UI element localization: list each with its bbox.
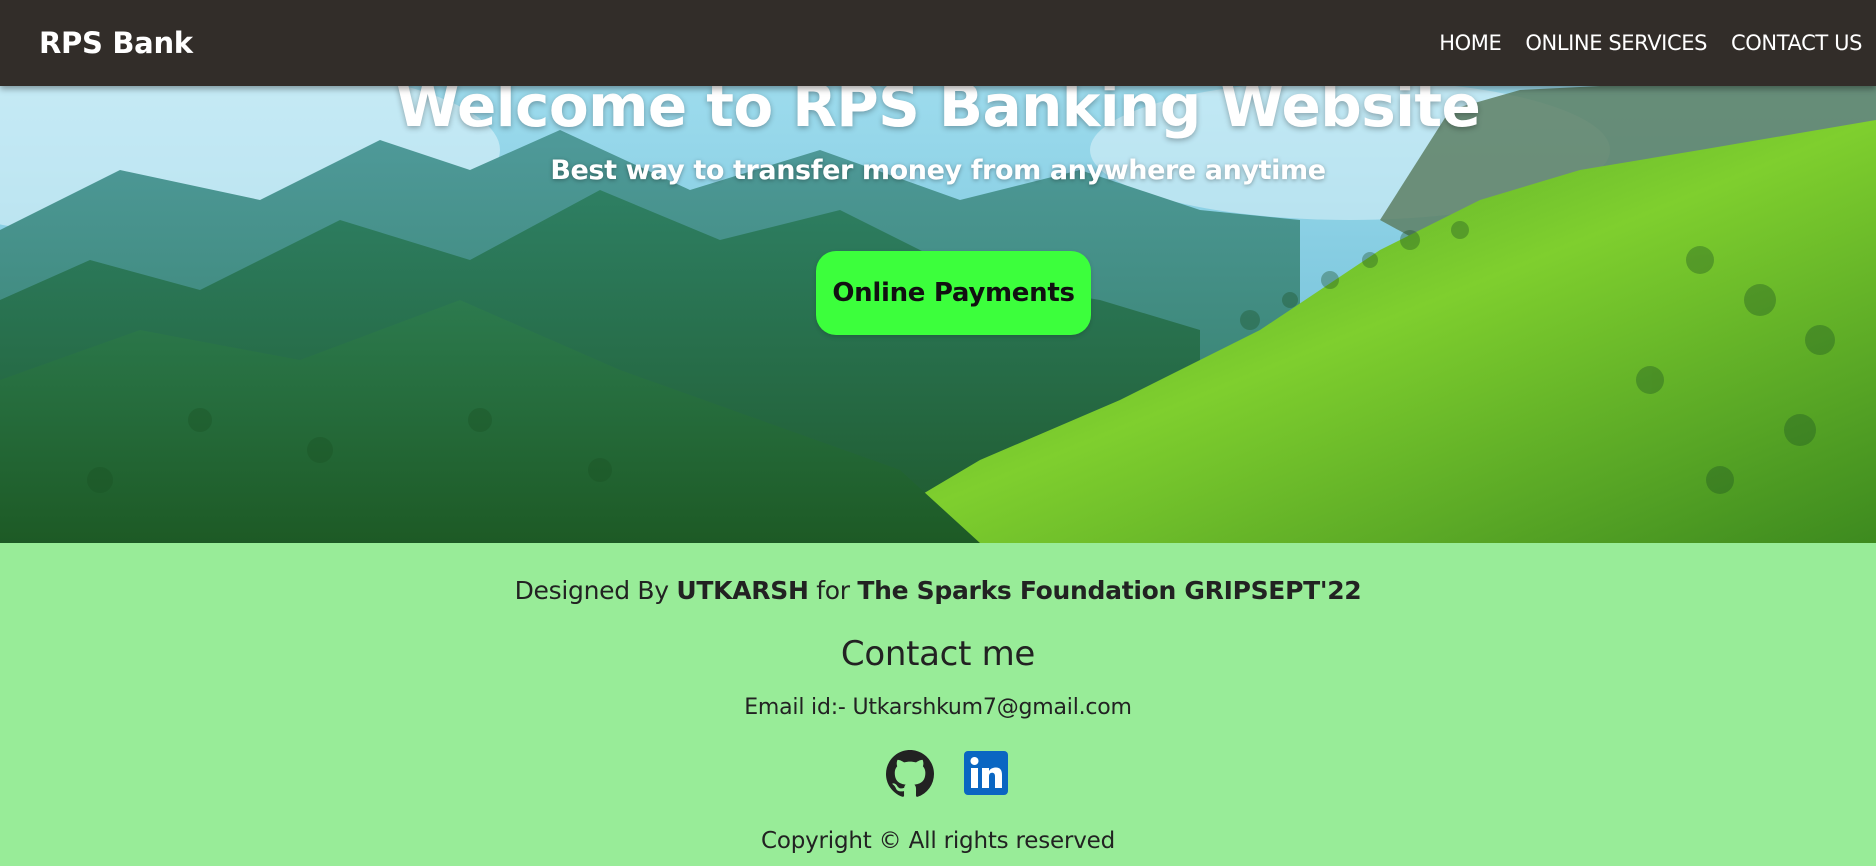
copyright-text: Copyright © All rights reserved: [760, 828, 1116, 854]
github-icon[interactable]: [886, 750, 934, 798]
designer-name: UTKARSH: [676, 576, 809, 605]
contact-heading: Contact me: [840, 634, 1036, 674]
credit-for: for: [816, 576, 850, 605]
brand-logo-text[interactable]: RPS Bank: [39, 26, 193, 60]
nav-links: HOME ONLINE SERVICES CONTACT US: [1439, 31, 1862, 55]
nav-link-contact-us[interactable]: CONTACT US: [1731, 31, 1862, 55]
credit-prefix: Designed By: [514, 576, 669, 605]
hero-subtitle: Best way to transfer money from anywhere…: [550, 155, 1326, 186]
organization-name: The Sparks Foundation GRIPSEPT'22: [857, 576, 1362, 605]
email-text: Email id:- Utkarshkum7@gmail.com: [744, 695, 1132, 720]
nav-link-home[interactable]: HOME: [1439, 31, 1502, 55]
top-navbar: RPS Bank HOME ONLINE SERVICES CONTACT US: [0, 0, 1876, 86]
linkedin-icon[interactable]: [962, 750, 1010, 798]
social-links: [886, 750, 1010, 798]
footer: Designed By UTKARSH for The Sparks Found…: [0, 543, 1876, 866]
nav-link-online-services[interactable]: ONLINE SERVICES: [1525, 31, 1707, 55]
designer-credit: Designed By UTKARSH for The Sparks Found…: [0, 576, 1876, 605]
online-payments-button[interactable]: Online Payments: [816, 251, 1091, 335]
